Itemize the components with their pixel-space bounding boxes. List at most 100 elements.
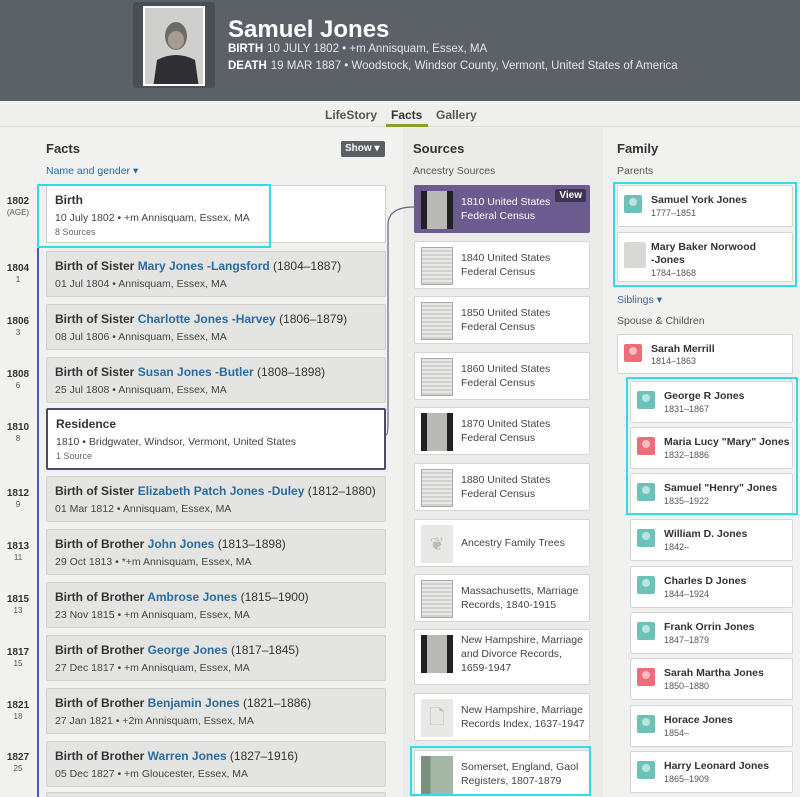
male-avatar-icon — [637, 391, 655, 409]
parents-label: Parents — [617, 165, 654, 177]
source-connector-line — [386, 206, 415, 436]
fact-birth[interactable]: Birth 10 July 1802 • +m Annisquam, Essex… — [46, 185, 386, 243]
timeline-year: 1810 8 — [6, 422, 30, 443]
fact-card[interactable]: Birth of Sister Mary Jones -Langsford (1… — [46, 251, 386, 297]
sources-title: Sources — [413, 141, 465, 156]
tab-lifestory[interactable]: LifeStory — [325, 108, 377, 122]
timeline-year: 1808 6 — [6, 369, 30, 390]
source-card-1810-census[interactable]: 1810 United States Federal Census View — [414, 185, 590, 233]
death-line: DEATH 19 MAR 1887 • Woodstock, Windsor Co… — [228, 60, 678, 72]
document-thumbnail — [421, 469, 453, 507]
profile-photo[interactable] — [133, 2, 215, 88]
document-page-icon: 🗋 — [421, 699, 453, 737]
fact-card-partial[interactable] — [46, 792, 386, 797]
person-header: Samuel Jones BIRTH 10 JULY 1802 • +m Anni… — [0, 0, 800, 101]
document-thumbnail — [421, 413, 453, 451]
relative-link[interactable]: Susan Jones -Butler — [138, 365, 254, 379]
document-thumbnail — [421, 302, 453, 340]
document-thumbnail — [421, 191, 453, 229]
fact-card[interactable]: Birth of Sister Elizabeth Patch Jones -D… — [46, 476, 386, 522]
document-thumbnail — [421, 756, 453, 794]
person-name: Samuel Jones — [228, 16, 390, 43]
child-card[interactable]: Charles D Jones 1844–1924 — [630, 566, 793, 608]
spouse-card[interactable]: Sarah Merrill 1814–1863 — [617, 334, 793, 374]
fact-card[interactable]: Birth of Brother Warren Jones (1827–1916… — [46, 741, 386, 787]
spouse-children-label: Spouse & Children — [617, 315, 705, 327]
male-avatar-icon — [637, 576, 655, 594]
relative-link[interactable]: George Jones — [148, 643, 228, 657]
photo-avatar — [624, 242, 646, 268]
relative-link[interactable]: Elizabeth Patch Jones -Duley — [138, 484, 305, 498]
relative-link[interactable]: Ambrose Jones — [147, 590, 237, 604]
male-avatar-icon — [637, 529, 655, 547]
male-avatar-icon — [637, 622, 655, 640]
female-avatar-icon — [637, 668, 655, 686]
male-avatar-icon — [637, 483, 655, 501]
male-avatar-icon — [637, 761, 655, 779]
source-card[interactable]: 1840 United States Federal Census — [414, 241, 590, 289]
child-card[interactable]: Harry Leonard Jones 1865–1909 — [630, 751, 793, 793]
child-card[interactable]: George R Jones 1831–1867 — [630, 381, 793, 423]
source-card[interactable]: 1860 United States Federal Census — [414, 352, 590, 400]
document-thumbnail — [421, 580, 453, 618]
child-card[interactable]: Sarah Martha Jones 1850–1880 — [630, 658, 793, 700]
male-avatar-icon — [637, 715, 655, 733]
child-card[interactable]: Frank Orrin Jones 1847–1879 — [630, 612, 793, 654]
timeline-year: 1806 3 — [6, 316, 30, 337]
timeline-year: 1802 (AGE) — [6, 196, 30, 217]
tab-facts[interactable]: Facts — [391, 108, 422, 122]
timeline-line — [37, 195, 39, 797]
facts-title: Facts — [46, 141, 80, 156]
timeline-year: 1827 25 — [6, 752, 30, 773]
timeline-year: 1817 15 — [6, 647, 30, 668]
timeline-year: 1813 11 — [6, 541, 30, 562]
family-tree-icon: ❦ — [421, 525, 453, 563]
fact-card[interactable]: Birth of Brother Benjamin Jones (1821–18… — [46, 688, 386, 734]
parent-card-father[interactable]: Samuel York Jones 1777–1851 — [617, 185, 793, 227]
source-card[interactable]: 🗋 New Hampshire, Marriage Records Index,… — [414, 693, 590, 741]
timeline-year: 1821 18 — [6, 700, 30, 721]
fact-card[interactable]: Birth of Sister Susan Jones -Butler (180… — [46, 357, 386, 403]
timeline-year: 1815 13 — [6, 594, 30, 615]
fact-card[interactable]: Birth of Brother George Jones (1817–1845… — [46, 635, 386, 681]
relative-link[interactable]: John Jones — [148, 537, 215, 551]
tab-gallery[interactable]: Gallery — [436, 108, 477, 122]
source-card[interactable]: Somerset, England, Gaol Registers, 1807-… — [414, 750, 590, 797]
document-thumbnail — [421, 247, 453, 285]
document-thumbnail — [421, 635, 453, 673]
source-card[interactable]: 1870 United States Federal Census — [414, 407, 590, 455]
source-card[interactable]: ❦ Ancestry Family Trees — [414, 519, 590, 567]
timeline-year: 1812 9 — [6, 488, 30, 509]
source-card[interactable]: 1850 United States Federal Census — [414, 296, 590, 344]
child-card[interactable]: Samuel "Henry" Jones 1835–1922 — [630, 473, 793, 515]
relative-link[interactable]: Warren Jones — [148, 749, 227, 763]
child-card[interactable]: William D. Jones 1842– — [630, 519, 793, 561]
source-card[interactable]: New Hampshire, Marriage and Divorce Reco… — [414, 629, 590, 685]
relative-link[interactable]: Mary Jones -Langsford — [138, 259, 270, 273]
name-gender-toggle[interactable]: Name and gender ▾ — [46, 165, 138, 177]
fact-residence[interactable]: Residence 1810 • Bridgwater, Windsor, Ve… — [46, 408, 386, 470]
timeline-year: 1804 1 — [6, 263, 30, 284]
view-button[interactable]: View — [555, 189, 586, 202]
female-avatar-icon — [637, 437, 655, 455]
child-card[interactable]: Maria Lucy "Mary" Jones 1832–1886 — [630, 427, 793, 469]
active-tab-indicator — [386, 124, 428, 127]
fact-card[interactable]: Birth of Brother John Jones (1813–1898) … — [46, 529, 386, 575]
siblings-toggle[interactable]: Siblings ▾ — [617, 294, 662, 306]
relative-link[interactable]: Benjamin Jones — [148, 696, 240, 710]
source-card[interactable]: Massachusetts, Marriage Records, 1840-19… — [414, 574, 590, 622]
fact-card[interactable]: Birth of Sister Charlotte Jones -Harvey … — [46, 304, 386, 350]
fact-card[interactable]: Birth of Brother Ambrose Jones (1815–190… — [46, 582, 386, 628]
parent-card-mother[interactable]: Mary Baker Norwood -Jones 1784–1868 — [617, 232, 793, 282]
document-thumbnail — [421, 358, 453, 396]
female-avatar-icon — [624, 344, 642, 362]
family-title: Family — [617, 141, 659, 156]
male-avatar-icon — [624, 195, 642, 213]
relative-link[interactable]: Charlotte Jones -Harvey — [138, 312, 276, 326]
child-card[interactable]: Horace Jones 1854– — [630, 705, 793, 747]
source-card[interactable]: 1880 United States Federal Census — [414, 463, 590, 511]
portrait-image — [143, 6, 205, 86]
birth-line: BIRTH 10 JULY 1802 • +m Annisquam, Essex,… — [228, 43, 488, 55]
show-dropdown-button[interactable]: Show ▾ — [341, 141, 385, 157]
ancestry-sources-label: Ancestry Sources — [413, 165, 496, 177]
